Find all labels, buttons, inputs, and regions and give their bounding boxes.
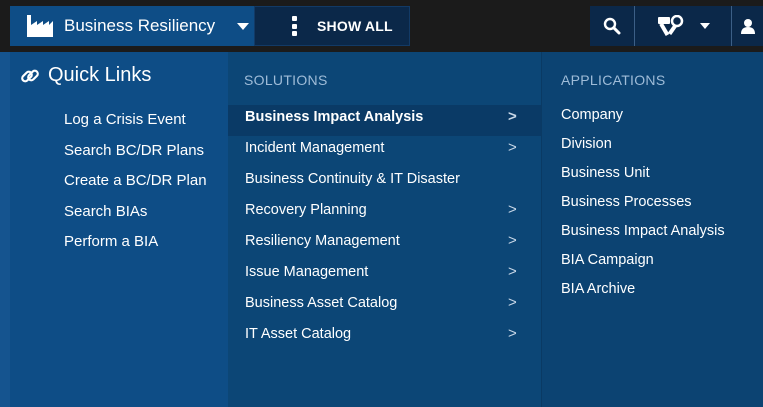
mega-menu-panel: Quick Links Log a Crisis Event Search BC… bbox=[0, 52, 763, 407]
applications-heading: APPLICATIONS bbox=[561, 72, 666, 88]
search-button[interactable] bbox=[590, 6, 634, 46]
workspace-switcher-button[interactable]: Business Resiliency bbox=[10, 6, 255, 46]
solution-item-it-asset-catalog[interactable]: IT Asset Catalog > bbox=[228, 322, 541, 353]
solution-item-resiliency-management[interactable]: Resiliency Management > bbox=[228, 229, 541, 260]
quick-links-column: Quick Links Log a Crisis Event Search BC… bbox=[0, 52, 228, 407]
tools-icon bbox=[658, 15, 684, 37]
applications-column: APPLICATIONS Company Division Business U… bbox=[541, 52, 763, 407]
chevron-right-icon: > bbox=[508, 201, 517, 218]
solution-item-incident-management[interactable]: Incident Management > bbox=[228, 136, 541, 167]
solutions-column: SOLUTIONS Business Impact Analysis > Inc… bbox=[228, 52, 541, 407]
user-icon bbox=[740, 19, 755, 34]
solution-item-label: Issue Management bbox=[245, 264, 369, 280]
chevron-right-icon: > bbox=[508, 325, 517, 342]
quick-link-search-bias[interactable]: Search BIAs bbox=[64, 203, 207, 234]
solution-item-label: IT Asset Catalog bbox=[245, 326, 352, 342]
application-item-business-impact-analysis[interactable]: Business Impact Analysis bbox=[561, 221, 725, 250]
solution-item-business-impact-analysis[interactable]: Business Impact Analysis > bbox=[228, 105, 541, 136]
application-item-division[interactable]: Division bbox=[561, 134, 725, 163]
solution-item-business-asset-catalog[interactable]: Business Asset Catalog > bbox=[228, 291, 541, 322]
application-item-bia-archive[interactable]: BIA Archive bbox=[561, 279, 725, 308]
solution-item-label: Business Impact Analysis bbox=[245, 109, 424, 125]
quick-links-header: Quick Links bbox=[20, 64, 151, 87]
show-all-button[interactable]: SHOW ALL bbox=[254, 6, 410, 46]
solution-item-issue-management[interactable]: Issue Management > bbox=[228, 260, 541, 291]
solutions-list: Business Impact Analysis > Incident Mana… bbox=[228, 105, 541, 353]
solution-item-business-continuity[interactable]: Business Continuity & IT Disaster bbox=[228, 167, 541, 198]
application-item-business-processes[interactable]: Business Processes bbox=[561, 192, 725, 221]
application-item-business-unit[interactable]: Business Unit bbox=[561, 163, 725, 192]
quick-links-title: Quick Links bbox=[48, 64, 152, 86]
toolbar-right bbox=[590, 6, 763, 46]
quick-link-perform-bia[interactable]: Perform a BIA bbox=[64, 233, 207, 264]
application-item-company[interactable]: Company bbox=[561, 105, 725, 134]
chevron-down-icon bbox=[237, 23, 249, 30]
quick-link-search-bcdr-plans[interactable]: Search BC/DR Plans bbox=[64, 142, 207, 173]
solution-item-label: Recovery Planning bbox=[245, 202, 367, 218]
solution-item-label: Incident Management bbox=[245, 140, 385, 156]
application-item-bia-campaign[interactable]: BIA Campaign bbox=[561, 250, 725, 279]
solution-item-label: Business Continuity & IT Disaster bbox=[245, 171, 460, 187]
chevron-right-icon: > bbox=[508, 232, 517, 249]
quick-link-create-bcdr-plan[interactable]: Create a BC/DR Plan bbox=[64, 172, 207, 203]
quick-links-list: Log a Crisis Event Search BC/DR Plans Cr… bbox=[64, 111, 207, 264]
tools-menu-button[interactable] bbox=[635, 6, 731, 46]
solution-item-label: Resiliency Management bbox=[245, 233, 400, 249]
link-icon bbox=[21, 69, 39, 82]
user-menu-button[interactable] bbox=[732, 6, 763, 46]
chevron-right-icon: > bbox=[508, 108, 517, 125]
search-icon bbox=[603, 17, 621, 35]
vertical-dots-icon bbox=[291, 16, 297, 36]
factory-icon bbox=[27, 15, 53, 37]
solutions-heading: SOLUTIONS bbox=[244, 72, 328, 88]
solution-item-recovery-planning[interactable]: Recovery Planning > bbox=[228, 198, 541, 229]
top-navigation-bar: Business Resiliency SHOW ALL bbox=[0, 0, 763, 52]
show-all-label: SHOW ALL bbox=[317, 18, 393, 34]
chevron-right-icon: > bbox=[508, 263, 517, 280]
workspace-title: Business Resiliency bbox=[64, 16, 216, 35]
chevron-right-icon: > bbox=[508, 294, 517, 311]
chevron-down-icon bbox=[700, 23, 710, 29]
solution-item-label: Business Asset Catalog bbox=[245, 295, 398, 311]
chevron-right-icon: > bbox=[508, 139, 517, 156]
applications-list: Company Division Business Unit Business … bbox=[561, 105, 725, 308]
quick-link-log-crisis-event[interactable]: Log a Crisis Event bbox=[64, 111, 207, 142]
